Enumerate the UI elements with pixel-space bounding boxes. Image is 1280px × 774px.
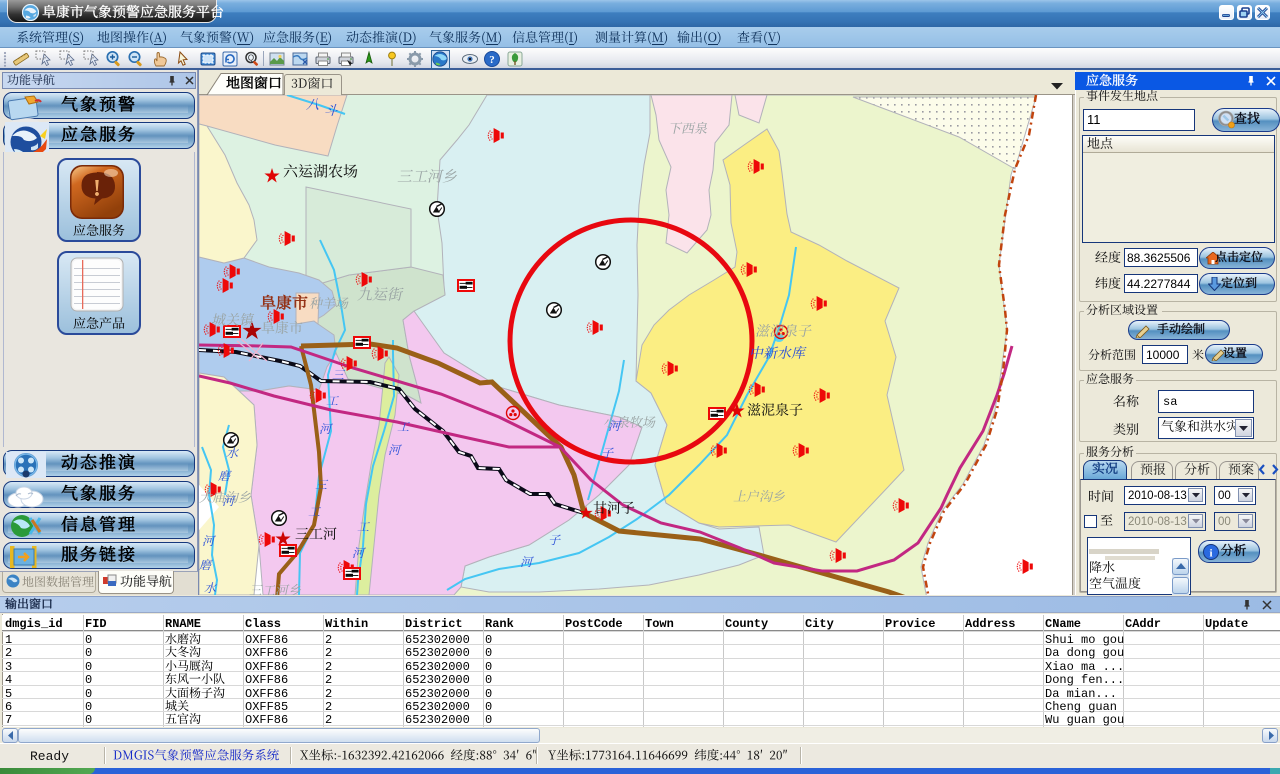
svg-text:i: i: [1209, 548, 1212, 560]
svg-text:?: ?: [489, 54, 495, 66]
svg-text:Q: Q: [248, 54, 254, 63]
svg-text:!: !: [93, 176, 101, 202]
